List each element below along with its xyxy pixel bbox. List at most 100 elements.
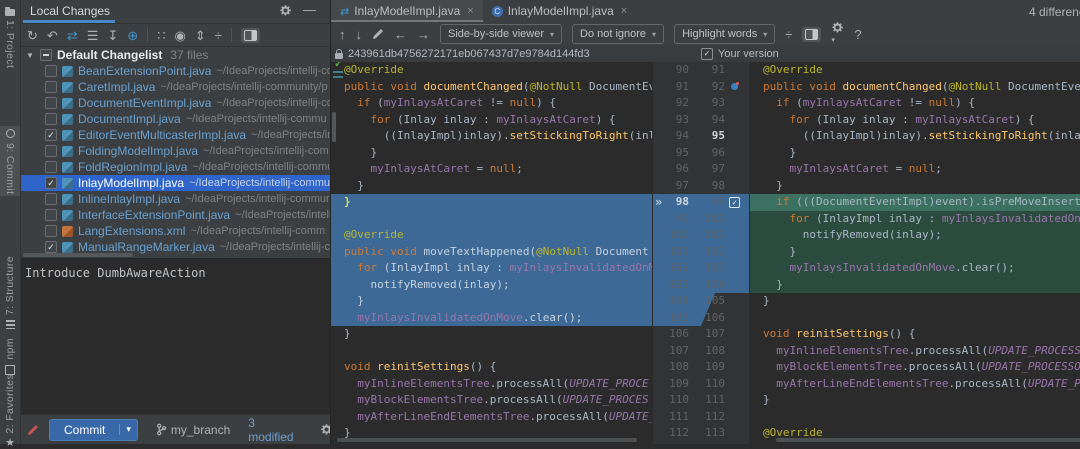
stripe-item-structure[interactable]: 7: Structure (0, 256, 20, 330)
left-pane-horizontal-scrollbar[interactable] (337, 438, 637, 442)
help-icon[interactable]: ? (854, 28, 861, 41)
revision-hash: 243961db4756272171eb067437d7e9784d144fd3 (348, 48, 590, 60)
stripe-item-npm[interactable]: npm (0, 338, 20, 376)
fold-marker[interactable] (333, 71, 343, 73)
stripe-item-project[interactable]: 1: Project (0, 4, 20, 70)
tree-horizontal-scrollbar[interactable] (23, 253, 133, 257)
java-file-icon (62, 161, 73, 173)
file-checkbox[interactable] (45, 113, 57, 125)
file-checkbox[interactable] (45, 193, 57, 205)
file-name: FoldRegionImpl.java (78, 160, 188, 174)
panel-settings-gear-icon[interactable] (279, 4, 292, 17)
next-file-icon[interactable]: → (417, 28, 430, 41)
file-row[interactable]: ✓ InlayModelImpl.java ~/IdeaProjects/intel… (21, 175, 330, 191)
diff-right-pane[interactable]: @Override public void documentChanged(@No… (750, 62, 1080, 444)
right-line-number: 104 (705, 277, 725, 291)
fold-marker[interactable] (333, 76, 343, 78)
file-row[interactable]: DocumentImpl.java ~/IdeaProjects/intellij… (21, 111, 330, 127)
diff-settings-icon[interactable]: ▾ (831, 21, 844, 47)
include-change-checkbox[interactable]: ✓ (729, 197, 740, 208)
hide-panel-icon[interactable]: — (303, 2, 316, 17)
edit-commit-message-icon[interactable] (27, 424, 39, 436)
diff-left-pane[interactable]: ✓ @Override public void documentChanged(@… (331, 62, 652, 444)
viewer-select[interactable]: Side-by-side viewer ▾ (440, 24, 562, 44)
tab-local-changes[interactable]: Local Changes (30, 4, 110, 18)
commit-options-arrow-icon[interactable]: ▾ (119, 424, 137, 435)
file-checkbox[interactable] (45, 65, 57, 77)
close-tab-icon[interactable]: × (621, 5, 627, 17)
jump-to-source-icon[interactable] (372, 28, 384, 40)
code-line-101: public void moveTextHappened(@NotNull Do… (331, 243, 652, 260)
file-checkbox[interactable] (45, 81, 57, 93)
file-row[interactable]: CaretImpl.java ~/IdeaProjects/intellij-co… (21, 79, 330, 95)
diff-viewer: ⇄ InlayModelImpl.java × C InlayModelImpl.jav… (330, 0, 1080, 444)
left-line-number: 92 (675, 96, 689, 109)
left-pane-vertical-scrollbar[interactable] (332, 112, 336, 142)
your-version-checkbox[interactable]: ✓ (701, 48, 713, 60)
preview-icon[interactable]: ◉ (174, 29, 185, 42)
commit-icon (5, 128, 15, 138)
file-row[interactable]: LangExtensions.xml ~/IdeaProjects/intelli… (21, 223, 330, 239)
branch-widget[interactable]: my_branch (156, 423, 230, 437)
file-name: BeanExtensionPoint.java (78, 64, 212, 78)
expand-arrow-icon[interactable]: ▼ (26, 51, 35, 60)
right-line-number: 108 (705, 343, 725, 357)
file-path: ~/IdeaProjects/intellij-comm (190, 225, 326, 237)
file-row[interactable]: BeanExtensionPoint.java ~/IdeaProjects/in… (21, 63, 330, 79)
changelist-row[interactable]: ▼ Default Changelist 37 files (21, 47, 330, 63)
gutter-row: 110 111 (653, 392, 749, 409)
compare-with-icon[interactable]: ⇄ (67, 29, 78, 42)
changelist-icon[interactable]: ☰ (87, 29, 99, 42)
file-checkbox[interactable]: ✓ (45, 129, 57, 141)
stripe-item-favorites[interactable]: 2: Favorites ★ (0, 374, 20, 448)
file-row[interactable]: InterfaceExtensionPoint.java ~/IdeaProjec… (21, 207, 330, 223)
prev-file-icon[interactable]: ← (394, 28, 407, 41)
file-checkbox[interactable] (45, 97, 57, 109)
commit-message-area[interactable]: Introduce DumbAwareAction (21, 258, 330, 415)
collapse-all-icon[interactable]: ÷ (215, 29, 222, 42)
group-by-icon[interactable]: ∷ (157, 29, 165, 42)
file-checkbox[interactable] (45, 161, 57, 173)
file-row[interactable]: DocumentEventImpl.java ~/IdeaProjects/int… (21, 95, 330, 111)
file-checkbox[interactable]: ✓ (45, 241, 57, 253)
expand-all-icon[interactable]: ⇕ (195, 29, 206, 42)
editor-tab[interactable]: ⇄ InlayModelImpl.java × (331, 0, 483, 22)
right-pane-horizontal-scrollbar[interactable] (776, 438, 1080, 442)
move-to-changelist-icon[interactable]: ⊕ (127, 29, 138, 42)
changelist-checkbox[interactable] (40, 49, 52, 61)
whitespace-select[interactable]: Do not ignore ▾ (572, 24, 665, 44)
file-row[interactable]: FoldingModelImpl.java ~/IdeaProjects/inte… (21, 143, 330, 159)
file-checkbox[interactable] (45, 209, 57, 221)
highlight-select[interactable]: Highlight words ▾ (674, 24, 776, 44)
file-checkbox[interactable] (45, 225, 57, 237)
close-tab-icon[interactable]: × (467, 5, 473, 17)
modified-files-link[interactable]: 3 modified (248, 416, 293, 444)
prev-difference-icon[interactable]: ↑ (339, 28, 346, 41)
synchronized-scrolling-toggle[interactable] (802, 26, 822, 42)
code-line-107: void reinitSettings() { (763, 327, 916, 340)
preview-diff-toggle-icon[interactable] (240, 27, 260, 43)
changelist-file-count: 37 files (170, 48, 209, 62)
file-checkbox[interactable]: ✓ (45, 177, 57, 189)
editor-tab[interactable]: C InlayModelImpl.java × (483, 0, 637, 22)
file-row[interactable]: FoldRegionImpl.java ~/IdeaProjects/intell… (21, 159, 330, 175)
next-difference-icon[interactable]: ↓ (356, 28, 363, 41)
gutter-marker-icon[interactable] (731, 81, 739, 90)
changelist-name: Default Changelist (57, 48, 163, 62)
refresh-icon[interactable]: ↻ (27, 29, 38, 42)
rollback-icon[interactable]: ↶ (47, 29, 58, 42)
commit-button-label[interactable]: Commit (50, 423, 119, 437)
file-row[interactable]: InlineInlayImpl.java ~/IdeaProjects/intel… (21, 191, 330, 207)
file-name: ManualRangeMarker.java (78, 240, 215, 254)
shelve-icon[interactable]: ↧ (107, 29, 118, 42)
commit-button[interactable]: Commit ▾ (49, 418, 138, 441)
right-line-number: 96 (711, 145, 725, 159)
file-checkbox[interactable] (45, 145, 57, 157)
left-line-number: 95 (675, 145, 689, 159)
left-line-number: 94 (675, 129, 689, 142)
stripe-item-commit[interactable]: 9: Commit (0, 126, 20, 196)
file-row[interactable]: ✓ EditorEventMulticasterImpl.java ~/IdeaPr… (21, 127, 330, 143)
collapse-unchanged-icon[interactable]: ÷ (785, 28, 792, 41)
tool-window-stripe: 1: Project 9: Commit 7: Structure npm 2: Fav… (0, 0, 21, 448)
